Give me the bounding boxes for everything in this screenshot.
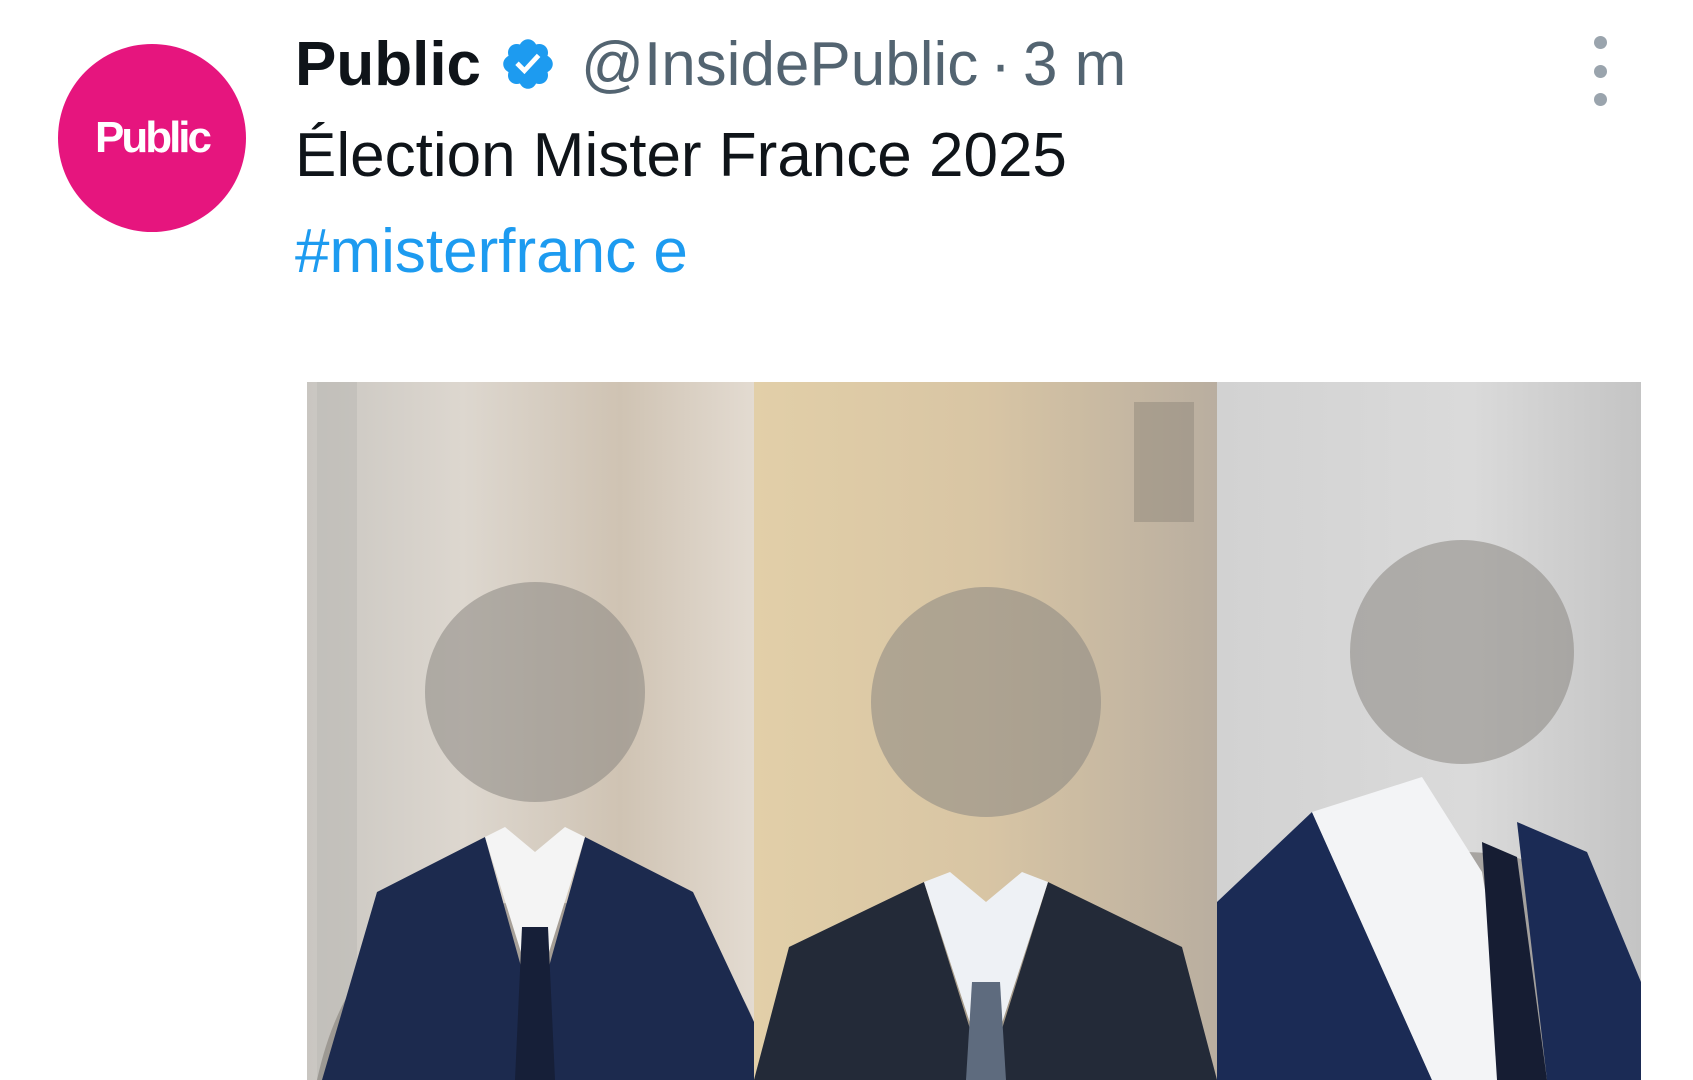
author-avatar[interactable]: Public bbox=[58, 44, 246, 232]
header-separator: · bbox=[990, 29, 1011, 99]
tweet-header: Public @InsidePublic · 3 m bbox=[295, 24, 1126, 104]
photo-panel-middle bbox=[754, 382, 1217, 1080]
avatar-logo-text: Public bbox=[94, 113, 212, 162]
post-text: Élection Mister France 2025 bbox=[295, 121, 1067, 190]
more-options-icon[interactable] bbox=[1580, 36, 1620, 106]
person-silhouette-placeholder bbox=[1217, 382, 1641, 1080]
menu-dot bbox=[1593, 64, 1607, 78]
person-silhouette-placeholder bbox=[307, 382, 754, 1080]
hashtag-link[interactable]: #misterfranc e bbox=[295, 216, 688, 287]
tweet[interactable]: Public Public @InsidePublic · 3 m Électi… bbox=[0, 0, 1693, 1080]
menu-dot bbox=[1593, 93, 1607, 106]
author-name[interactable]: Public bbox=[295, 29, 481, 100]
post-timestamp[interactable]: 3 m bbox=[1023, 29, 1126, 100]
menu-dot bbox=[1593, 36, 1607, 49]
verified-badge-icon bbox=[499, 35, 557, 93]
person-silhouette-placeholder bbox=[754, 382, 1217, 1080]
photo-panel-right bbox=[1217, 382, 1641, 1080]
author-handle[interactable]: @InsidePublic bbox=[581, 29, 978, 100]
photo-panel-left bbox=[307, 382, 754, 1080]
post-image[interactable] bbox=[307, 382, 1641, 1080]
